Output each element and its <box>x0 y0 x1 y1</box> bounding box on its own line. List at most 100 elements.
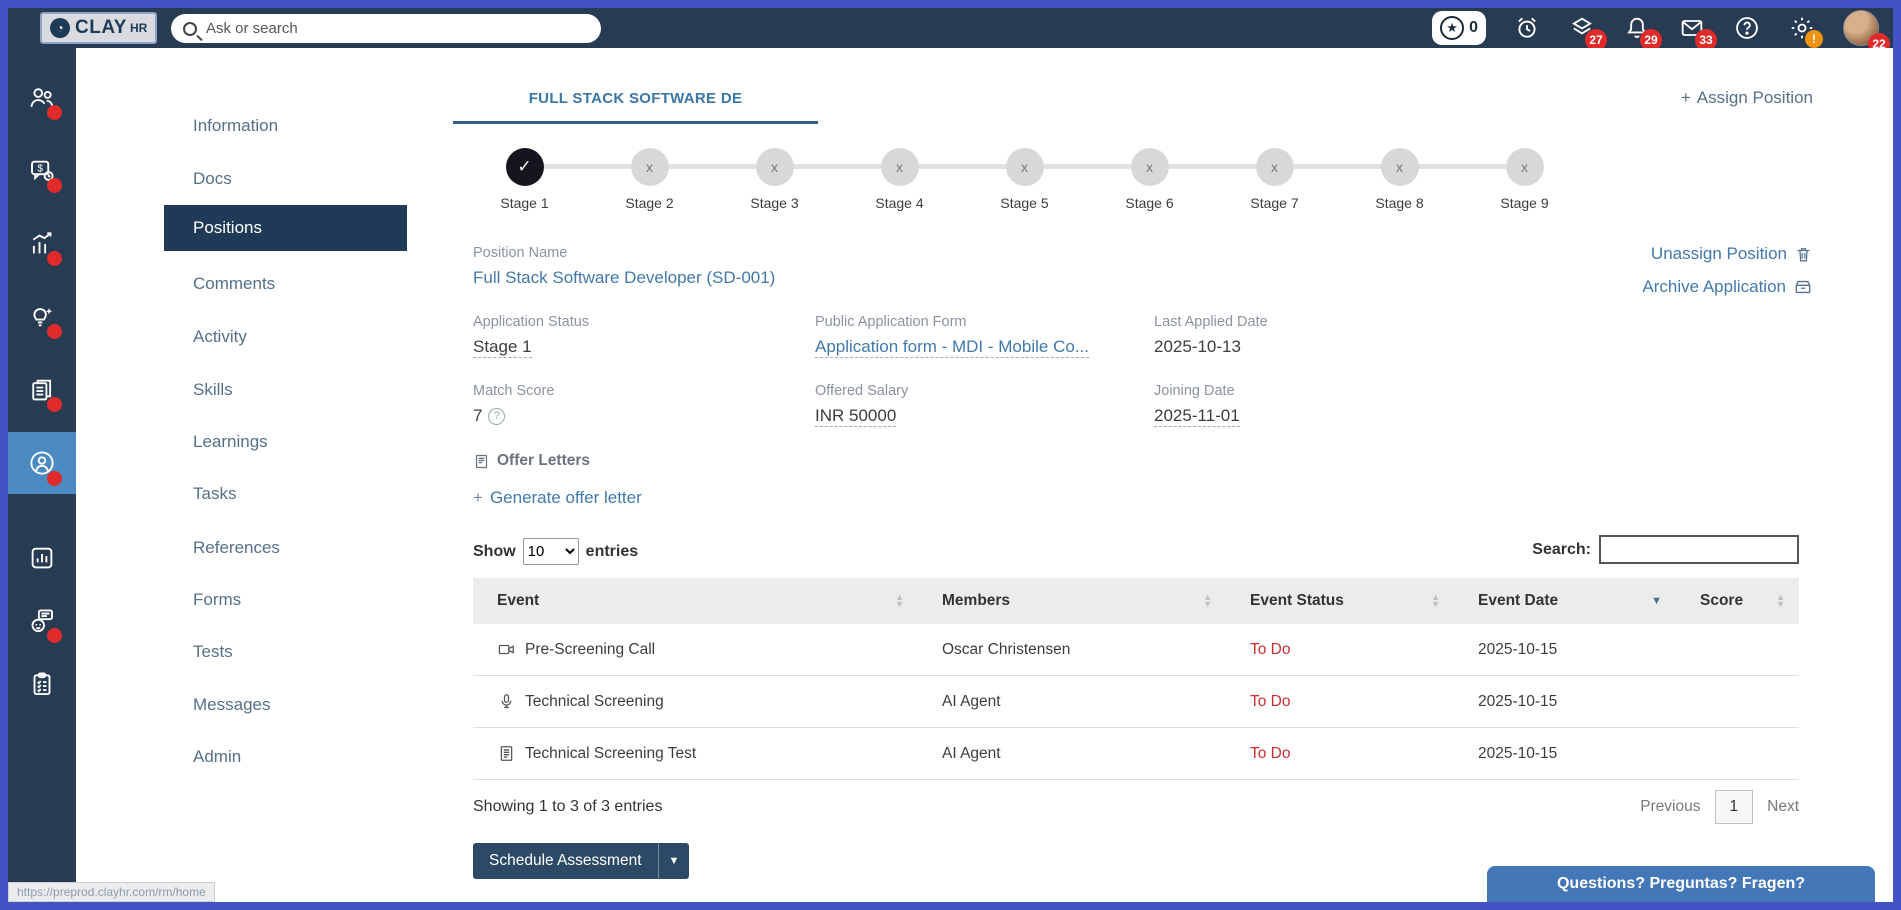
subnav-item-admin[interactable]: Admin <box>193 747 241 767</box>
sidebar-item-assistant[interactable] <box>8 591 76 651</box>
sidebar-item-performance[interactable] <box>8 214 76 274</box>
subnav-item-references[interactable]: References <box>193 538 280 558</box>
help-circle-icon[interactable]: ? <box>488 407 506 425</box>
stage-3[interactable]: x Stage 3 <box>712 148 837 211</box>
joining-date-value[interactable]: 2025-11-01 <box>1154 406 1240 427</box>
event-name[interactable]: Technical Screening Test <box>525 745 696 763</box>
chat-widget-button[interactable]: Questions? Preguntas? Fragen? <box>1487 866 1875 902</box>
search-input[interactable] <box>206 20 589 37</box>
main-content: Information Docs Positions Comments Acti… <box>76 48 1893 902</box>
column-header-event[interactable]: Event ▲ ▼ <box>473 592 918 610</box>
check-icon: ✓ <box>505 148 544 186</box>
archive-application-link[interactable]: Archive Application <box>1642 277 1813 297</box>
stage-7[interactable]: x Stage 7 <box>1212 148 1337 211</box>
time-clock-button[interactable] <box>1513 14 1541 42</box>
x-icon: x <box>1130 148 1169 186</box>
settings-button[interactable]: ! <box>1788 14 1823 48</box>
stage-9[interactable]: x Stage 9 <box>1462 148 1587 211</box>
top-bar: ◔ CLAY HR ★ 0 27 <box>8 8 1893 55</box>
subnav-item-information[interactable]: Information <box>193 116 278 136</box>
subnav-item-messages[interactable]: Messages <box>193 695 270 715</box>
subnav-item-tasks[interactable]: Tasks <box>193 484 236 504</box>
subnav-item-activity[interactable]: Activity <box>193 327 247 347</box>
sidebar-item-checklist[interactable] <box>8 654 76 714</box>
clayhr-logo[interactable]: ◔ CLAY HR <box>40 12 158 44</box>
x-icon: x <box>630 148 669 186</box>
sidebar-item-analytics[interactable] <box>8 528 76 588</box>
match-score-label: Match Score <box>473 383 555 399</box>
event-name[interactable]: Pre-Screening Call <box>525 641 655 659</box>
sort-icon[interactable]: ▲ ▼ <box>1776 593 1785 609</box>
stage-6[interactable]: x Stage 6 <box>1087 148 1212 211</box>
subnav-item-positions[interactable]: Positions <box>164 205 407 251</box>
subnav-item-skills[interactable]: Skills <box>193 380 233 400</box>
event-name[interactable]: Technical Screening <box>525 693 664 711</box>
sidebar-item-billing[interactable]: $ <box>8 141 76 201</box>
table-row[interactable]: Technical Screening Test AI Agent To Do … <box>473 728 1799 780</box>
schedule-assessment-button[interactable]: Schedule Assessment ▼ <box>473 843 690 879</box>
stage-2[interactable]: x Stage 2 <box>587 148 712 211</box>
table-search-label: Search: <box>1532 540 1591 558</box>
offered-salary-value[interactable]: INR 50000 <box>815 406 897 427</box>
public-application-form-label: Public Application Form <box>815 314 967 330</box>
subnav-item-comments[interactable]: Comments <box>193 274 275 294</box>
test-document-icon <box>500 746 513 761</box>
chevron-down-icon[interactable]: ▼ <box>657 843 690 879</box>
public-application-form-link[interactable]: Application form - MDI - Mobile Co... <box>815 337 1089 358</box>
event-members: Oscar Christensen <box>942 640 1071 658</box>
icon-sidebar: $ <box>8 48 76 902</box>
logo-suffix: HR <box>129 21 148 35</box>
stage-4[interactable]: x Stage 4 <box>837 148 962 211</box>
stage-8[interactable]: x Stage 8 <box>1337 148 1462 211</box>
microphone-icon <box>501 694 512 709</box>
tab-full-stack-software-de[interactable]: FULL STACK SOFTWARE DE <box>453 90 818 124</box>
page-size-select[interactable]: 10 <box>522 538 579 565</box>
rewards-button[interactable]: ★ 0 <box>1432 11 1486 45</box>
table-row[interactable]: Pre-Screening Call Oscar Christensen To … <box>473 624 1799 676</box>
messages-button[interactable]: 33 <box>1678 14 1717 51</box>
entries-label: entries <box>585 542 639 560</box>
column-header-score[interactable]: Score ▲ ▼ <box>1676 592 1799 610</box>
stage-5[interactable]: x Stage 5 <box>962 148 1087 211</box>
sort-icon-active[interactable]: ▼ <box>1651 595 1662 606</box>
checklist-icon <box>33 672 51 695</box>
alerts-button[interactable]: 29 <box>1623 14 1662 51</box>
profile-menu[interactable]: 22 <box>1843 10 1890 55</box>
sidebar-item-people[interactable] <box>8 432 76 494</box>
next-page-button[interactable]: Next <box>1767 798 1799 816</box>
sidebar-item-ideas[interactable] <box>8 287 76 347</box>
previous-page-button[interactable]: Previous <box>1640 798 1700 816</box>
trash-icon <box>1797 247 1810 261</box>
x-icon: x <box>880 148 919 186</box>
sidebar-item-documents[interactable] <box>8 360 76 420</box>
subnav-item-tests[interactable]: Tests <box>193 642 233 662</box>
global-search[interactable] <box>171 14 601 43</box>
position-name-link[interactable]: Full Stack Software Developer (SD-001) <box>473 268 775 288</box>
unassign-position-link[interactable]: Unassign Position <box>1651 244 1813 264</box>
generate-offer-letter-link[interactable]: + Generate offer letter <box>473 488 642 508</box>
assign-position-link[interactable]: + Assign Position <box>1681 88 1813 108</box>
sidebar-item-team[interactable] <box>8 68 76 128</box>
page-1-button[interactable]: 1 <box>1714 790 1754 824</box>
column-header-members[interactable]: Members ▲ ▼ <box>918 592 1226 610</box>
table-row[interactable]: Technical Screening AI Agent To Do 2025-… <box>473 676 1799 728</box>
column-header-event-date[interactable]: Event Date ▼ <box>1454 592 1676 610</box>
sort-icon[interactable]: ▲ ▼ <box>1431 593 1440 609</box>
event-status: To Do <box>1250 692 1291 710</box>
analytics-icon <box>31 547 53 569</box>
stack-notifications-button[interactable]: 27 <box>1568 14 1607 51</box>
sort-icon[interactable]: ▲ ▼ <box>1203 593 1212 609</box>
subnav-item-forms[interactable]: Forms <box>193 590 241 610</box>
subnav-item-learnings[interactable]: Learnings <box>193 432 268 452</box>
column-header-event-status[interactable]: Event Status ▲ ▼ <box>1226 592 1454 610</box>
help-button[interactable] <box>1733 14 1761 42</box>
x-icon: x <box>1005 148 1044 186</box>
x-icon: x <box>1255 148 1294 186</box>
subnav-item-docs[interactable]: Docs <box>193 169 232 189</box>
sort-icon[interactable]: ▲ ▼ <box>895 593 904 609</box>
stage-1[interactable]: ✓ Stage 1 <box>462 148 587 211</box>
application-status-value[interactable]: Stage 1 <box>473 337 532 358</box>
table-search-input[interactable] <box>1599 535 1799 564</box>
alert-dot <box>47 251 62 266</box>
clayhr-globe-icon: ◔ <box>50 18 70 38</box>
